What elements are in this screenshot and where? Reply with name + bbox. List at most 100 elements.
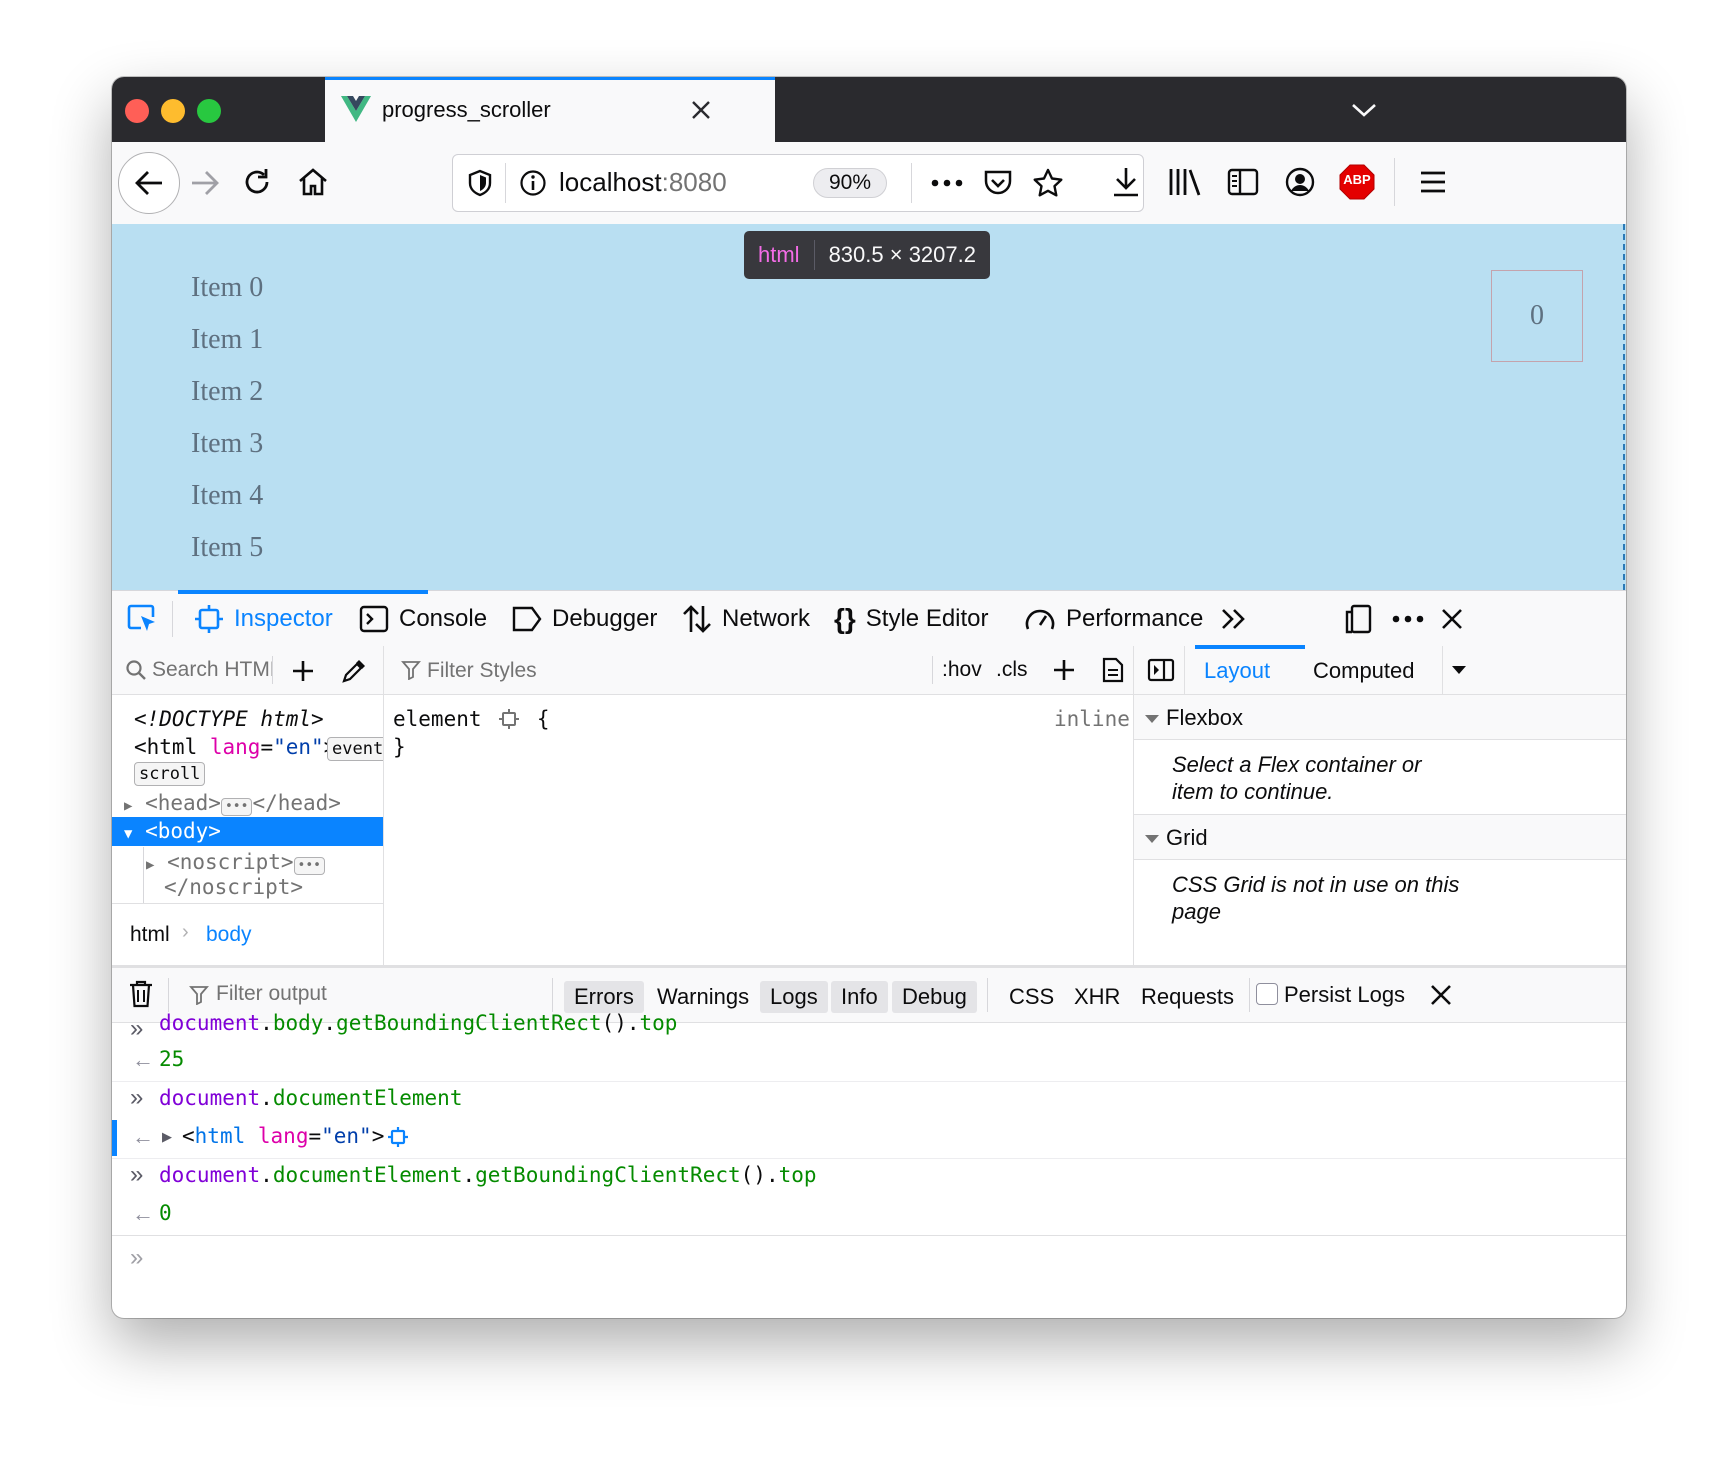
body-node-selected[interactable]: ▼ <body> xyxy=(112,817,383,846)
markup-search-bar: Search HTML xyxy=(112,646,383,695)
close-split-console-icon[interactable] xyxy=(1428,982,1454,1008)
vue-favicon-icon xyxy=(341,94,371,124)
zoom-window-button[interactable] xyxy=(197,99,221,123)
shield-icon[interactable] xyxy=(465,167,495,199)
close-tab-icon[interactable] xyxy=(687,96,715,124)
html-open: <html xyxy=(134,735,198,759)
collapse-arrow-icon[interactable]: ▼ xyxy=(124,826,132,842)
rule-open-brace: { xyxy=(536,707,550,731)
console-result-row: ← 25 xyxy=(112,1043,1626,1082)
tab-style-editor[interactable]: {} Style Editor xyxy=(834,591,989,647)
trash-icon[interactable] xyxy=(128,979,154,1009)
url-bar[interactable]: localhost:8080 90% xyxy=(452,154,1144,212)
collapsed-badge[interactable]: ••• xyxy=(293,857,326,875)
add-rule-icon[interactable] xyxy=(1050,656,1078,684)
pocket-icon[interactable] xyxy=(981,167,1015,199)
noscript-close: </noscript> xyxy=(164,875,304,899)
eyedropper-icon[interactable] xyxy=(340,657,368,685)
add-node-icon[interactable] xyxy=(289,657,317,685)
html-node[interactable]: <html lang="en"> xyxy=(134,735,336,759)
filter-debug[interactable]: Debug xyxy=(892,981,977,1013)
filter-styles-input[interactable]: Filter Styles xyxy=(427,659,537,683)
adblock-icon[interactable]: ABP xyxy=(1338,163,1376,201)
result-arrow-icon: ← xyxy=(132,1201,154,1226)
cls-toggle[interactable]: .cls xyxy=(996,658,1028,682)
new-tab-icon[interactable] xyxy=(723,94,755,126)
tab-inspector[interactable]: Inspector xyxy=(194,591,333,647)
pick-element-icon[interactable] xyxy=(126,603,160,635)
tab-debugger[interactable]: Debugger xyxy=(512,591,657,647)
prompt-chevron-icon: » xyxy=(130,1244,144,1271)
more-panels-dropdown-icon[interactable] xyxy=(1448,662,1470,678)
close-devtools-icon[interactable] xyxy=(1438,605,1466,633)
expand-arrow-icon[interactable]: ▶ xyxy=(162,1129,172,1145)
expand-arrow-icon[interactable]: ▶ xyxy=(124,798,132,814)
filter-errors[interactable]: Errors xyxy=(564,981,644,1013)
console-result-row: ← ▶ <html lang="en"> xyxy=(112,1120,1626,1159)
flexbox-section-header[interactable]: Flexbox xyxy=(1134,695,1626,740)
reload-icon[interactable] xyxy=(239,164,275,200)
doctype-node[interactable]: <!DOCTYPE html> xyxy=(134,707,324,731)
selected-row-marker xyxy=(112,1120,117,1156)
node-target-icon[interactable] xyxy=(387,1126,409,1153)
menu-icon[interactable] xyxy=(1415,164,1451,200)
responsive-design-icon[interactable] xyxy=(1342,603,1374,635)
filter-output-input[interactable]: Filter output xyxy=(216,982,327,1006)
event-badge[interactable]: event xyxy=(327,737,383,761)
forward-icon[interactable] xyxy=(188,166,222,200)
filter-css[interactable]: CSS xyxy=(999,981,1064,1013)
hov-toggle[interactable]: :hov xyxy=(942,658,982,682)
tab-network[interactable]: Network xyxy=(682,591,810,647)
search-html-input[interactable]: Search HTML xyxy=(152,658,272,684)
collapsed-badge[interactable]: ••• xyxy=(220,798,253,816)
more-icon[interactable] xyxy=(929,169,965,197)
console-command[interactable]: document.documentElement.getBoundingClie… xyxy=(159,1163,817,1187)
scroll-badge[interactable]: scroll xyxy=(134,762,206,786)
element-rule[interactable]: element { xyxy=(393,707,549,735)
minimize-window-button[interactable] xyxy=(161,99,185,123)
zoom-badge[interactable]: 90% xyxy=(813,168,887,198)
flexbox-message: Select a Flex container or item to conti… xyxy=(1172,752,1422,804)
sidebar-icon[interactable] xyxy=(1224,164,1262,200)
persist-logs-checkbox[interactable] xyxy=(1256,983,1278,1005)
tab-performance[interactable]: Performance xyxy=(1024,591,1203,647)
grid-section-header[interactable]: Grid xyxy=(1134,814,1626,860)
more-tabs-chevron-icon[interactable] xyxy=(1218,605,1250,633)
url-text[interactable]: localhost:8080 xyxy=(559,167,727,198)
list-all-tabs-icon[interactable] xyxy=(1350,96,1378,124)
browser-tab[interactable]: progress_scroller xyxy=(325,77,775,142)
info-icon[interactable] xyxy=(517,167,549,199)
breadcrumb-body[interactable]: body xyxy=(206,923,252,947)
print-media-icon[interactable] xyxy=(1100,656,1126,684)
tab-layout[interactable]: Layout xyxy=(1204,658,1270,684)
close-window-button[interactable] xyxy=(125,99,149,123)
filter-xhr[interactable]: XHR xyxy=(1064,981,1130,1013)
filter-logs[interactable]: Logs xyxy=(760,981,828,1013)
devtools-options-icon[interactable] xyxy=(1390,605,1426,633)
console-command[interactable]: document.documentElement xyxy=(159,1086,462,1110)
layout-tabs-bar: Layout Computed xyxy=(1134,645,1626,695)
library-icon[interactable] xyxy=(1166,164,1204,200)
noscript-node[interactable]: ▶ <noscript> ••• xyxy=(146,850,326,875)
filter-info[interactable]: Info xyxy=(831,981,888,1013)
rule-source: inline xyxy=(1054,707,1130,731)
rule-selector: element xyxy=(393,707,482,731)
home-icon[interactable] xyxy=(295,164,331,200)
head-node[interactable]: ▶ <head> ••• </head> xyxy=(124,791,341,816)
console-input-line[interactable]: » xyxy=(112,1236,1626,1286)
account-icon[interactable] xyxy=(1282,164,1318,200)
node-target-icon[interactable] xyxy=(498,708,520,735)
bookmark-star-icon[interactable] xyxy=(1031,166,1065,200)
expand-arrow-icon[interactable]: ▶ xyxy=(146,857,154,873)
toggle-pane-icon[interactable] xyxy=(1146,656,1176,684)
filter-requests[interactable]: Requests xyxy=(1131,981,1244,1013)
console-result-node[interactable]: <html lang="en"> xyxy=(182,1124,384,1148)
breadcrumb-html[interactable]: html xyxy=(130,923,170,947)
back-icon[interactable] xyxy=(118,152,180,214)
element-tooltip: html 830.5 × 3207.2 xyxy=(744,231,990,279)
console-command[interactable]: document.body.getBoundingClientRect().to… xyxy=(159,1011,677,1035)
download-icon[interactable] xyxy=(1108,164,1144,200)
tab-console[interactable]: Console xyxy=(359,591,487,647)
tab-computed[interactable]: Computed xyxy=(1313,658,1415,684)
filter-warnings[interactable]: Warnings xyxy=(647,981,759,1013)
